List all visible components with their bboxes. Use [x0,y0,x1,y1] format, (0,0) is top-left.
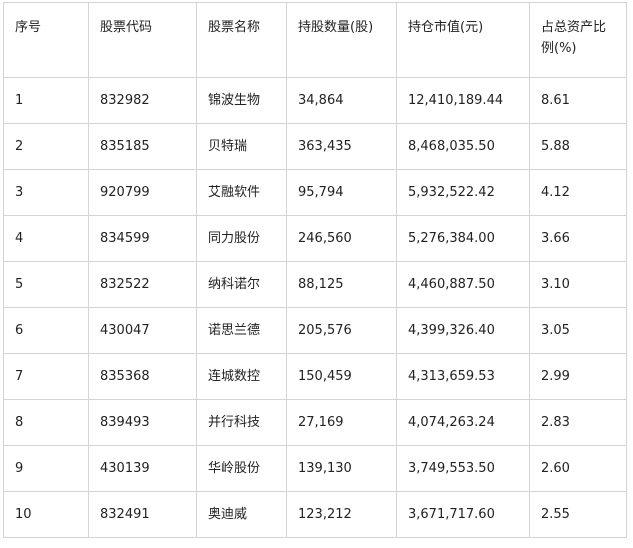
cell-index: 10 [3,491,89,538]
cell-index: 6 [3,307,89,354]
cell-stock-name: 连城数控 [196,353,287,400]
header-asset-ratio: 占总资产比例(%) [529,2,627,78]
cell-stock-name: 艾融软件 [196,169,287,216]
cell-stock-code: 832982 [88,77,197,124]
cell-shares-held: 139,130 [286,445,397,492]
cell-market-value: 5,276,384.00 [396,215,530,262]
cell-asset-ratio: 2.60 [529,445,627,492]
table-row: 6 430047 诺思兰德 205,576 4,399,326.40 3.05 [3,307,627,354]
table-row: 10 832491 奥迪威 123,212 3,671,717.60 2.55 [3,491,627,538]
cell-asset-ratio: 4.12 [529,169,627,216]
cell-index: 7 [3,353,89,400]
table-header-row: 序号 股票代码 股票名称 持股数量(股) 持仓市值(元) 占总资产比例(%) [3,2,627,78]
cell-index: 3 [3,169,89,216]
cell-index: 8 [3,399,89,446]
holdings-table-body: 序号 股票代码 股票名称 持股数量(股) 持仓市值(元) 占总资产比例(%) 1… [3,2,627,538]
cell-stock-code: 839493 [88,399,197,446]
cell-stock-name: 诺思兰德 [196,307,287,354]
cell-stock-code: 832491 [88,491,197,538]
cell-index: 5 [3,261,89,308]
cell-stock-name: 贝特瑞 [196,123,287,170]
header-stock-code: 股票代码 [88,2,197,78]
cell-stock-code: 920799 [88,169,197,216]
table-row: 7 835368 连城数控 150,459 4,313,659.53 2.99 [3,353,627,400]
cell-stock-name: 华岭股份 [196,445,287,492]
cell-stock-code: 834599 [88,215,197,262]
cell-stock-code: 430047 [88,307,197,354]
cell-stock-name: 锦波生物 [196,77,287,124]
cell-stock-code: 832522 [88,261,197,308]
table-row: 8 839493 并行科技 27,169 4,074,263.24 2.83 [3,399,627,446]
cell-stock-name: 并行科技 [196,399,287,446]
cell-index: 4 [3,215,89,262]
cell-market-value: 8,468,035.50 [396,123,530,170]
cell-asset-ratio: 2.55 [529,491,627,538]
cell-stock-name: 同力股份 [196,215,287,262]
cell-index: 2 [3,123,89,170]
cell-asset-ratio: 5.88 [529,123,627,170]
cell-shares-held: 27,169 [286,399,397,446]
cell-shares-held: 34,864 [286,77,397,124]
table-row: 3 920799 艾融软件 95,794 5,932,522.42 4.12 [3,169,627,216]
cell-shares-held: 246,560 [286,215,397,262]
cell-market-value: 12,410,189.44 [396,77,530,124]
cell-shares-held: 95,794 [286,169,397,216]
cell-stock-code: 430139 [88,445,197,492]
cell-market-value: 3,671,717.60 [396,491,530,538]
cell-shares-held: 150,459 [286,353,397,400]
cell-asset-ratio: 3.05 [529,307,627,354]
table-row: 4 834599 同力股份 246,560 5,276,384.00 3.66 [3,215,627,262]
cell-market-value: 3,749,553.50 [396,445,530,492]
header-index: 序号 [3,2,89,78]
header-asset-ratio-text: 占总资产比例(%) [541,20,607,56]
cell-asset-ratio: 3.10 [529,261,627,308]
cell-shares-held: 363,435 [286,123,397,170]
cell-index: 1 [3,77,89,124]
cell-asset-ratio: 8.61 [529,77,627,124]
holdings-table: 序号 股票代码 股票名称 持股数量(股) 持仓市值(元) 占总资产比例(%) 1… [3,2,627,538]
cell-shares-held: 205,576 [286,307,397,354]
header-shares-held: 持股数量(股) [286,2,397,78]
cell-stock-name: 奥迪威 [196,491,287,538]
cell-index: 9 [3,445,89,492]
table-row: 1 832982 锦波生物 34,864 12,410,189.44 8.61 [3,77,627,124]
cell-shares-held: 123,212 [286,491,397,538]
cell-market-value: 4,313,659.53 [396,353,530,400]
header-market-value: 持仓市值(元) [396,2,530,78]
cell-asset-ratio: 2.83 [529,399,627,446]
cell-stock-code: 835368 [88,353,197,400]
cell-stock-name: 纳科诺尔 [196,261,287,308]
cell-market-value: 4,399,326.40 [396,307,530,354]
table-row: 5 832522 纳科诺尔 88,125 4,460,887.50 3.10 [3,261,627,308]
cell-market-value: 4,074,263.24 [396,399,530,446]
cell-asset-ratio: 3.66 [529,215,627,262]
cell-shares-held: 88,125 [286,261,397,308]
cell-market-value: 5,932,522.42 [396,169,530,216]
cell-stock-code: 835185 [88,123,197,170]
table-row: 2 835185 贝特瑞 363,435 8,468,035.50 5.88 [3,123,627,170]
cell-market-value: 4,460,887.50 [396,261,530,308]
cell-asset-ratio: 2.99 [529,353,627,400]
table-row: 9 430139 华岭股份 139,130 3,749,553.50 2.60 [3,445,627,492]
header-stock-name: 股票名称 [196,2,287,78]
